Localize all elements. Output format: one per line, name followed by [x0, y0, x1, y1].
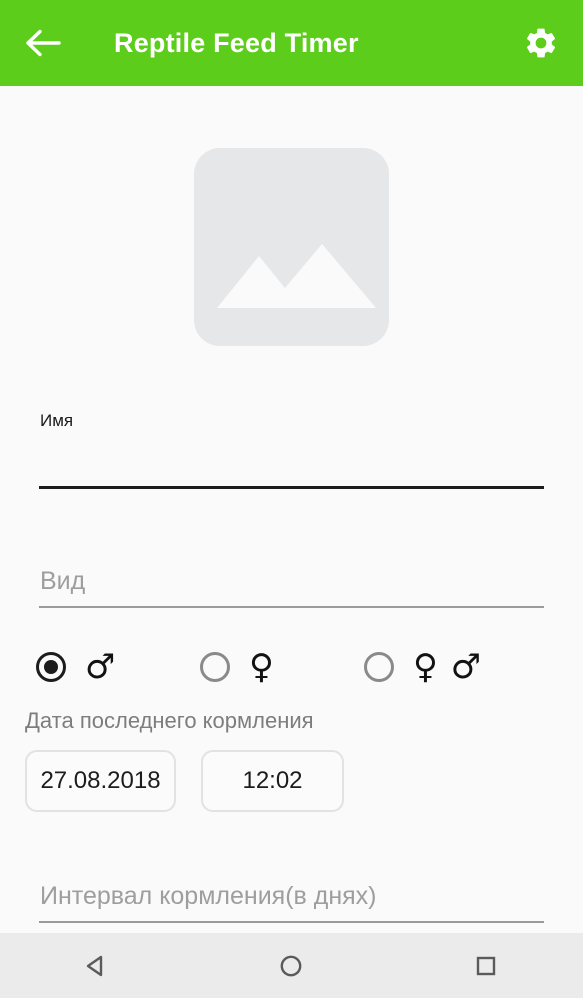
name-field-underline [39, 486, 544, 489]
settings-button[interactable] [499, 0, 583, 86]
gender-option-male[interactable]: ♂ [36, 638, 116, 696]
arrow-left-icon [25, 28, 61, 58]
radio-female[interactable] [200, 652, 230, 682]
photo-picker[interactable] [0, 148, 583, 346]
female-symbol-icon: ♀ [249, 647, 275, 687]
gender-radio-group: ♂ ♀ ♀ ♂ [0, 638, 583, 696]
gender-option-female[interactable]: ♀ [200, 638, 275, 696]
species-field-underline [39, 606, 544, 608]
radio-both[interactable] [364, 652, 394, 682]
radio-male[interactable] [36, 652, 66, 682]
app-bar: Reptile Feed Timer [0, 0, 583, 86]
female-male-symbol-icon: ♀ ♂ [413, 647, 483, 687]
nav-back-triangle-icon [82, 951, 112, 981]
nav-home-button[interactable] [194, 933, 388, 998]
gear-icon [523, 25, 559, 61]
gender-option-both[interactable]: ♀ ♂ [364, 638, 482, 696]
nav-recents-button[interactable] [389, 933, 583, 998]
nav-home-circle-icon [276, 951, 306, 981]
interval-field-placeholder: Интервал кормления(в днях) [40, 882, 377, 910]
last-feeding-controls: 27.08.2018 12:02 [0, 750, 583, 812]
species-field-placeholder: Вид [40, 567, 86, 595]
nav-back-button[interactable] [0, 933, 194, 998]
app-screen: Reptile Feed Timer Имя Вид ♂ ♀ ♀ ♂ Дата … [0, 0, 583, 998]
male-symbol-icon: ♂ [85, 647, 117, 687]
page-title: Reptile Feed Timer [114, 27, 359, 58]
android-navigation-bar [0, 933, 583, 998]
time-picker-button[interactable]: 12:02 [201, 750, 344, 812]
interval-field-underline [39, 921, 544, 923]
name-field-label: Имя [40, 411, 74, 430]
form-content: Имя Вид ♂ ♀ ♀ ♂ Дата последнего кормлени… [0, 86, 583, 933]
date-picker-button[interactable]: 27.08.2018 [25, 750, 176, 812]
last-feeding-label: Дата последнего кормления [25, 708, 314, 733]
nav-recents-square-icon [471, 951, 501, 981]
back-button[interactable] [0, 0, 86, 86]
photo-placeholder[interactable] [194, 148, 389, 346]
